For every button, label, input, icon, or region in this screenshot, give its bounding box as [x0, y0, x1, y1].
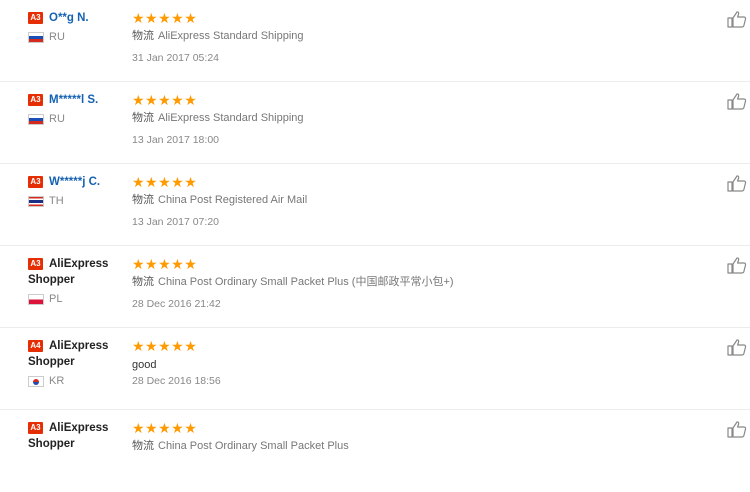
- review-comment: good: [132, 359, 157, 371]
- reviewer-name-line: A3 M*****l S.: [28, 92, 128, 108]
- country-code: RU: [49, 113, 65, 125]
- thumbs-up-icon: [727, 257, 747, 274]
- shipping-method: 物流 China Post Ordinary Small Packet Plus: [132, 439, 692, 453]
- th-flag-icon: [28, 195, 44, 207]
- shipping-label: 物流: [132, 276, 154, 288]
- reviewer-name-line: A3 AliExpress Shopper: [28, 420, 128, 452]
- helpful-button[interactable]: [727, 10, 747, 28]
- kr-flag-icon: [28, 375, 44, 387]
- shipping-label: 物流: [132, 440, 154, 452]
- country-code: TH: [49, 195, 64, 207]
- helpful-button[interactable]: [727, 174, 747, 192]
- review-item: A4 AliExpress Shopper KR ★★★★★ good 28 De…: [0, 328, 750, 410]
- rating-stars: ★★★★★: [132, 338, 198, 354]
- thumbs-up-icon: [727, 93, 747, 110]
- review-item: A3 AliExpress Shopper PL ★★★★★ 物流 China Po…: [0, 246, 750, 328]
- helpful-button[interactable]: [727, 420, 747, 438]
- review-list: A3 O**g N. RU ★★★★★ 物流 AliExpress Standard…: [0, 0, 750, 452]
- shipping-method: 物流 AliExpress Standard Shipping: [132, 29, 692, 43]
- shipping-value: AliExpress Standard Shipping: [158, 112, 304, 124]
- helpful-button[interactable]: [727, 338, 747, 356]
- shipping-method: 物流 China Post Registered Air Mail: [132, 193, 692, 207]
- reviewer-country: KR: [28, 375, 128, 387]
- reviewer-info: A3 AliExpress Shopper PL: [28, 256, 128, 305]
- thumbs-up-icon: [727, 11, 747, 28]
- review-item: A3 O**g N. RU ★★★★★ 物流 AliExpress Standard…: [0, 0, 750, 82]
- review-item: A3 M*****l S. RU ★★★★★ 物流 AliExpress Stand…: [0, 82, 750, 164]
- reviewer-country: TH: [28, 195, 128, 207]
- reviewer-info: A3 W*****j C. TH: [28, 174, 128, 207]
- feedback-content: ★★★★★ 物流 AliExpress Standard Shipping 31 …: [132, 10, 692, 64]
- reviewer-name: O**g N.: [49, 12, 89, 24]
- reviewer-info: A3 O**g N. RU: [28, 10, 128, 43]
- reviewer-info: A3 AliExpress Shopper: [28, 420, 128, 452]
- buyer-level-badge: A3: [28, 258, 43, 270]
- feedback-content: ★★★★★ 物流 China Post Ordinary Small Packet…: [132, 420, 692, 453]
- review-date: 13 Jan 2017 18:00: [132, 134, 219, 146]
- ru-flag-icon: [28, 31, 44, 43]
- review-item: A3 AliExpress Shopper ★★★★★ 物流 China Post …: [0, 410, 750, 492]
- buyer-level-badge: A3: [28, 12, 43, 24]
- review-date: 31 Jan 2017 05:24: [132, 52, 219, 64]
- thumbs-up-icon: [727, 421, 747, 438]
- reviewer-name-line: A3 O**g N.: [28, 10, 128, 26]
- buyer-level-badge: A3: [28, 176, 43, 188]
- shipping-value: China Post Ordinary Small Packet Plus: [158, 440, 349, 452]
- country-code: PL: [49, 293, 63, 305]
- reviewer-name-line: A3 W*****j C.: [28, 174, 128, 190]
- rating-stars: ★★★★★: [132, 10, 198, 26]
- thumbs-up-icon: [727, 339, 747, 356]
- rating-stars: ★★★★★: [132, 92, 198, 108]
- review-date: 13 Jan 2017 07:20: [132, 216, 219, 228]
- buyer-level-badge: A3: [28, 422, 43, 434]
- review-date: 28 Dec 2016 18:56: [132, 375, 221, 387]
- helpful-button[interactable]: [727, 256, 747, 274]
- feedback-content: ★★★★★ 物流 China Post Registered Air Mail 1…: [132, 174, 692, 228]
- rating-stars: ★★★★★: [132, 256, 198, 272]
- shipping-value: China Post Ordinary Small Packet Plus (中…: [158, 276, 454, 288]
- feedback-content: ★★★★★ 物流 AliExpress Standard Shipping 13 …: [132, 92, 692, 146]
- reviewer-name: W*****j C.: [49, 176, 101, 188]
- reviewer-name-line: A3 AliExpress Shopper: [28, 256, 128, 288]
- shipping-method: 物流 AliExpress Standard Shipping: [132, 111, 692, 125]
- shipping-value: China Post Registered Air Mail: [158, 194, 308, 206]
- rating-stars: ★★★★★: [132, 420, 198, 436]
- reviewer-info: A4 AliExpress Shopper KR: [28, 338, 128, 387]
- country-code: KR: [49, 375, 65, 387]
- shipping-value: AliExpress Standard Shipping: [158, 30, 304, 42]
- reviewer-country: RU: [28, 113, 128, 125]
- buyer-level-badge: A3: [28, 94, 43, 106]
- reviewer-name-line: A4 AliExpress Shopper: [28, 338, 128, 370]
- shipping-label: 物流: [132, 112, 154, 124]
- feedback-content: ★★★★★ good 28 Dec 2016 18:56: [132, 338, 692, 387]
- reviewer-info: A3 M*****l S. RU: [28, 92, 128, 125]
- reviewer-name: M*****l S.: [49, 94, 99, 106]
- review-date: 28 Dec 2016 21:42: [132, 298, 221, 310]
- reviewer-country: PL: [28, 293, 128, 305]
- buyer-level-badge: A4: [28, 340, 43, 352]
- thumbs-up-icon: [727, 175, 747, 192]
- reviewer-country: RU: [28, 31, 128, 43]
- ru-flag-icon: [28, 113, 44, 125]
- pl-flag-icon: [28, 293, 44, 305]
- shipping-label: 物流: [132, 30, 154, 42]
- helpful-button[interactable]: [727, 92, 747, 110]
- shipping-label: 物流: [132, 194, 154, 206]
- feedback-content: ★★★★★ 物流 China Post Ordinary Small Packet…: [132, 256, 692, 310]
- rating-stars: ★★★★★: [132, 174, 198, 190]
- shipping-method: 物流 China Post Ordinary Small Packet Plus …: [132, 275, 692, 289]
- country-code: RU: [49, 31, 65, 43]
- review-item: A3 W*****j C. TH ★★★★★ 物流 China Post Regis…: [0, 164, 750, 246]
